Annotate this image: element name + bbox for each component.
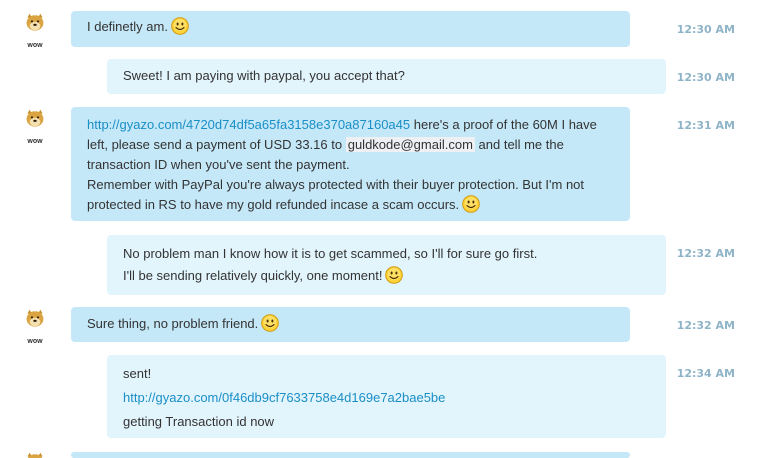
message-text: I'll be sending relatively quickly, one …: [123, 268, 383, 283]
avatar-caption: wow: [27, 338, 43, 345]
smiley-icon: [261, 314, 279, 332]
message-text: sent!: [123, 366, 152, 381]
doge-avatar-icon: [22, 309, 48, 335]
message-timestamp: 12:31 AM: [676, 119, 735, 132]
sender-avatar[interactable]: wow: [22, 309, 48, 345]
chat-message: sent! http://gyazo.com/0f46db9cf7633758e…: [107, 355, 666, 438]
chat-message: Sweet! I am paying with paypal, you acce…: [107, 59, 666, 94]
doge-avatar-icon: [22, 13, 48, 39]
chat-message: Sure thing, no problem friend.: [71, 307, 630, 342]
sender-avatar[interactable]: wow: [22, 13, 48, 49]
smiley-icon: [171, 17, 189, 35]
doge-avatar-icon: [22, 452, 48, 458]
smiley-icon: [462, 195, 480, 213]
message-text: Sweet! I am paying with paypal, you acce…: [123, 68, 405, 83]
message-text: getting Transaction id now: [123, 414, 275, 429]
email-address[interactable]: guldkode@gmail.com: [345, 137, 475, 152]
doge-avatar-icon: [22, 109, 48, 135]
message-link[interactable]: http://gyazo.com/4720d74df5a65fa3158e370…: [87, 117, 410, 132]
message-timestamp: 12:34 AM: [676, 367, 735, 380]
message-text: Sure thing, no problem friend.: [87, 316, 259, 331]
message-timestamp: 12:30 AM: [676, 23, 735, 36]
sender-avatar[interactable]: [22, 452, 48, 458]
chat-message: http://gyazo.com/4720d74df5a65fa3158e370…: [71, 107, 630, 221]
message-text: No problem man I know how it is to get s…: [123, 246, 538, 261]
message-timestamp: 12:32 AM: [676, 319, 735, 332]
message-text: I definetly am.: [87, 19, 168, 34]
sender-avatar[interactable]: wow: [22, 109, 48, 145]
avatar-caption: wow: [27, 138, 43, 145]
message-link[interactable]: http://gyazo.com/0f46db9cf7633758e4d169e…: [123, 386, 650, 410]
message-text: Remember with PayPal you're always prote…: [87, 177, 585, 212]
message-timestamp: 12:30 AM: [676, 71, 735, 84]
chat-message: No problem man I know how it is to get s…: [107, 235, 666, 295]
chat-message: I definetly am.: [71, 11, 630, 47]
smiley-icon: [385, 266, 403, 284]
message-timestamp: 12:32 AM: [676, 247, 735, 260]
avatar-caption: wow: [27, 42, 43, 49]
chat-message: [71, 452, 630, 458]
